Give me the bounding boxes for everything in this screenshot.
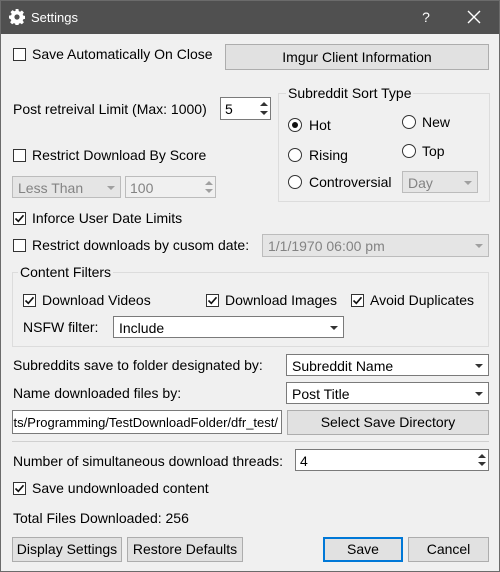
save-path-field[interactable]: its/Programming/TestDownloadFolder/dfr_t… <box>12 410 282 434</box>
score-comparator-dropdown[interactable]: Less Than <box>12 176 121 198</box>
threads-spinbox[interactable]: 4 <box>295 449 489 471</box>
imgur-client-button[interactable]: Imgur Client Information <box>225 44 489 70</box>
custom-date-label: Restrict downloads by cusom date: <box>32 237 250 253</box>
sort-top-label: Top <box>422 143 445 159</box>
chevron-down-icon <box>475 392 483 396</box>
display-settings-button[interactable]: Display Settings <box>12 537 122 562</box>
chevron-down-icon <box>475 364 483 368</box>
sort-rising-radio[interactable] <box>288 148 302 162</box>
title-bar: Settings ? <box>1 1 499 34</box>
sort-top-radio[interactable] <box>402 144 416 158</box>
chevron-down-icon <box>107 186 115 190</box>
download-images-label: Download Images <box>225 292 338 308</box>
name-by-dropdown[interactable]: Post Title <box>286 382 489 404</box>
select-save-directory-button[interactable]: Select Save Directory <box>287 410 489 435</box>
settings-window: Settings ? Save Automatically On Close I… <box>0 0 500 572</box>
gear-icon <box>9 9 25 25</box>
threads-value: 4 <box>300 453 308 469</box>
post-limit-spinbox[interactable]: 5 <box>220 97 271 120</box>
spin-up-icon[interactable] <box>260 102 268 106</box>
name-by-label: Name downloaded files by: <box>13 385 182 401</box>
download-videos-label: Download Videos <box>42 292 151 308</box>
restrict-score-label: Restrict Download By Score <box>32 147 207 163</box>
download-images-checkbox[interactable] <box>206 294 219 307</box>
spin-down-icon[interactable] <box>478 462 486 466</box>
spin-up-icon[interactable] <box>478 454 486 458</box>
chevron-down-icon <box>475 244 483 248</box>
help-button[interactable]: ? <box>416 7 436 27</box>
sort-new-label: New <box>422 114 451 130</box>
user-date-limits-checkbox[interactable] <box>13 212 26 225</box>
score-value-spinbox[interactable]: 100 <box>125 176 216 198</box>
post-limit-label: Post retreival Limit (Max: 1000) <box>13 101 207 117</box>
window-title: Settings <box>31 10 78 25</box>
content-filters-title: Content Filters <box>18 264 114 280</box>
chevron-down-icon <box>464 181 472 185</box>
sort-hot-radio[interactable] <box>288 118 302 132</box>
sort-controversial-label: Controversial <box>309 174 392 190</box>
avoid-duplicates-checkbox[interactable] <box>351 294 364 307</box>
custom-date-value: 1/1/1970 06:00 pm <box>268 238 385 254</box>
separator <box>12 441 489 442</box>
sort-period-value: Day <box>408 175 433 191</box>
cancel-button[interactable]: Cancel <box>408 537 489 562</box>
score-value: 100 <box>130 180 154 196</box>
chevron-down-icon <box>330 326 338 330</box>
restore-defaults-button[interactable]: Restore Defaults <box>127 537 243 562</box>
total-files-text: Total Files Downloaded: 256 <box>13 510 189 526</box>
save-auto-label: Save Automatically On Close <box>32 46 213 62</box>
folder-by-dropdown[interactable]: Subreddit Name <box>286 354 489 376</box>
threads-label: Number of simultaneous download threads: <box>13 453 284 469</box>
sort-controversial-radio[interactable] <box>288 175 302 189</box>
sort-new-radio[interactable] <box>402 115 416 129</box>
custom-date-checkbox[interactable] <box>13 239 26 252</box>
download-videos-checkbox[interactable] <box>23 294 36 307</box>
custom-date-field[interactable]: 1/1/1970 06:00 pm <box>262 234 489 257</box>
post-limit-value: 5 <box>225 101 233 117</box>
spin-down-icon[interactable] <box>260 111 268 115</box>
user-date-limits-label: Inforce User Date Limits <box>32 210 183 226</box>
restrict-score-checkbox[interactable] <box>13 149 26 162</box>
save-auto-checkbox[interactable] <box>13 48 26 61</box>
sort-hot-label: Hot <box>309 117 331 133</box>
sort-rising-label: Rising <box>309 147 348 163</box>
nsfw-filter-value: Include <box>119 320 165 336</box>
sort-type-title: Subreddit Sort Type <box>286 85 414 101</box>
save-undownloaded-label: Save undownloaded content <box>32 480 209 496</box>
nsfw-filter-dropdown[interactable]: Include <box>113 316 344 338</box>
spin-up-icon[interactable] <box>205 181 213 185</box>
close-icon[interactable] <box>463 7 485 27</box>
save-undownloaded-checkbox[interactable] <box>13 482 26 495</box>
spin-down-icon[interactable] <box>205 189 213 193</box>
sort-period-dropdown[interactable]: Day <box>402 171 478 193</box>
avoid-duplicates-label: Avoid Duplicates <box>370 292 475 308</box>
save-button[interactable]: Save <box>323 537 403 562</box>
folder-by-value: Subreddit Name <box>292 358 394 374</box>
score-comparator-value: Less Than <box>18 180 84 196</box>
name-by-value: Post Title <box>292 386 350 402</box>
nsfw-filter-label: NSFW filter: <box>23 319 99 335</box>
save-path-value: its/Programming/TestDownloadFolder/dfr_t… <box>12 415 278 430</box>
folder-by-label: Subreddits save to folder designated by: <box>13 357 263 373</box>
